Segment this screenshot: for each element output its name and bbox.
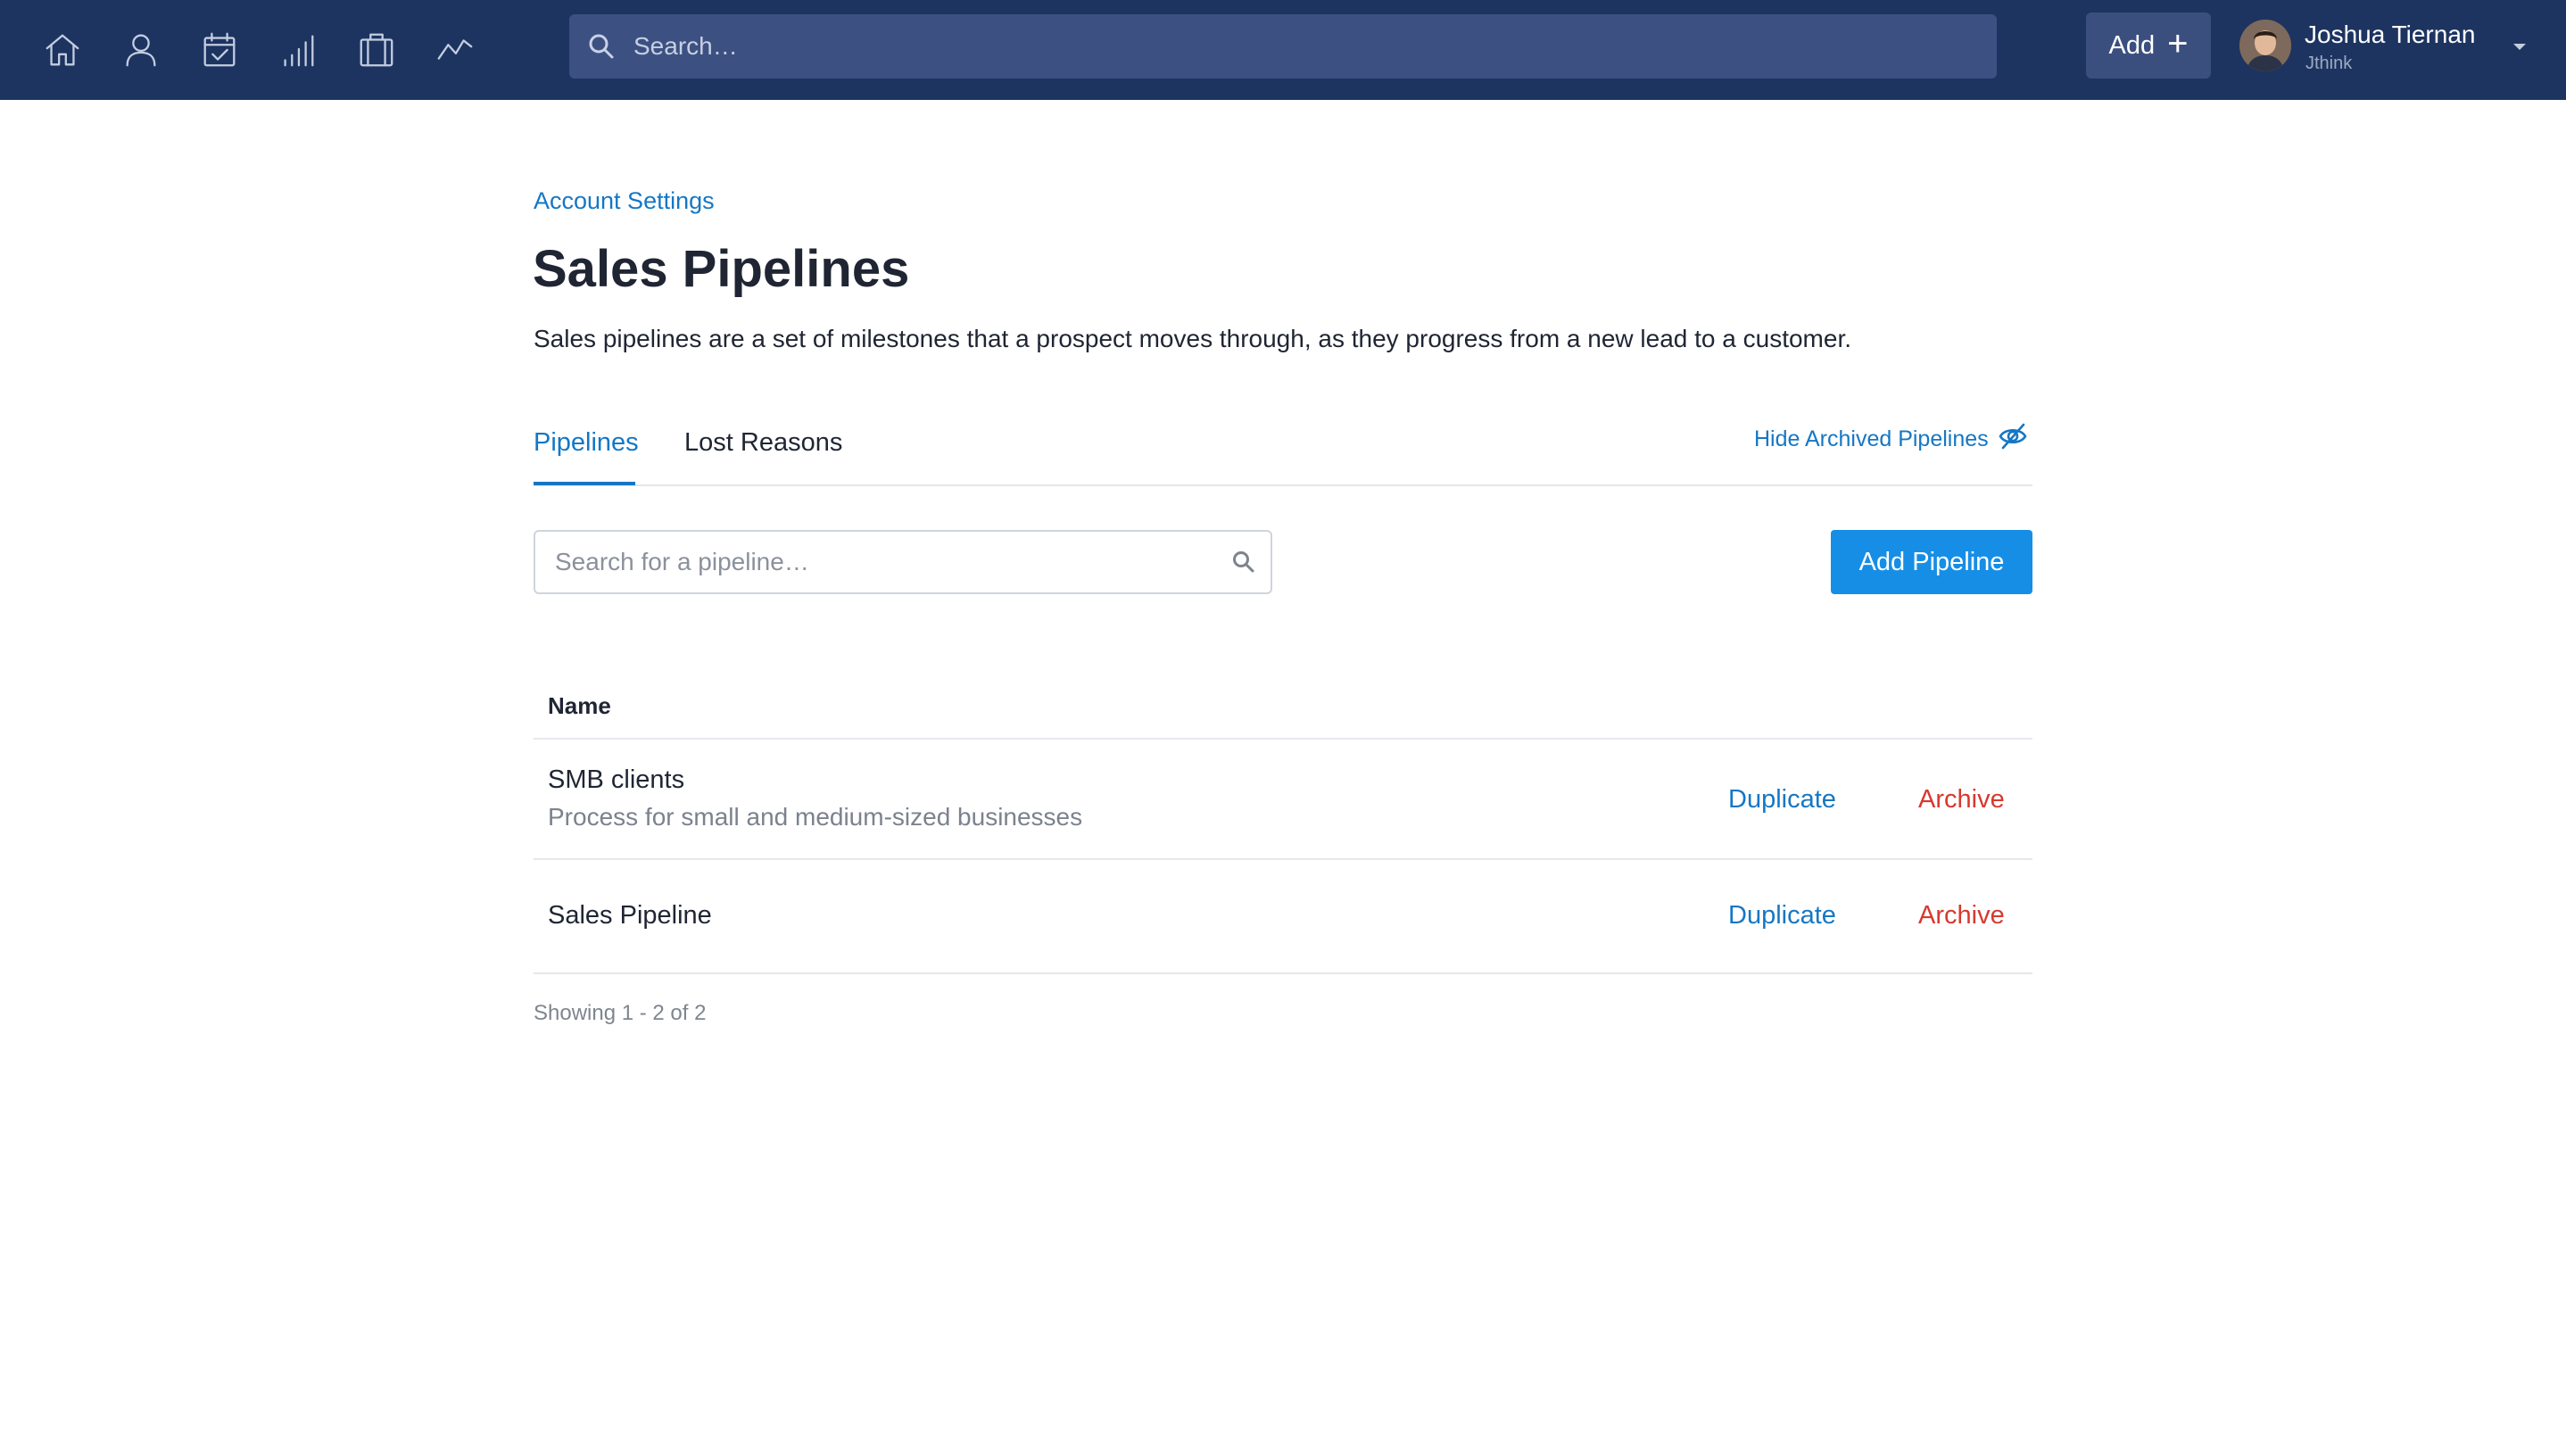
user-organization: Jthink (2305, 54, 2353, 73)
pagination-summary: Showing 1 - 2 of 2 (534, 1001, 707, 1025)
search-icon (587, 32, 616, 61)
pipeline-search[interactable] (534, 530, 1272, 594)
breadcrumb-account-settings[interactable]: Account Settings (534, 187, 715, 215)
pipeline-name[interactable]: Sales Pipeline (548, 901, 712, 931)
add-button[interactable]: Add + (2086, 12, 2211, 79)
contacts-icon[interactable] (114, 23, 168, 77)
deals-icon[interactable] (350, 23, 403, 77)
duplicate-button[interactable]: Duplicate (1728, 785, 1836, 815)
global-search-input[interactable] (632, 14, 1970, 79)
tab-pipelines[interactable]: Pipelines (534, 428, 639, 458)
top-navigation-bar: Add + Joshua Tiernan Jthink (0, 0, 2566, 100)
chevron-down-icon[interactable] (2507, 34, 2532, 59)
add-button-label: Add (2108, 30, 2156, 60)
table-header-divider (534, 738, 2032, 740)
tab-lost-reasons[interactable]: Lost Reasons (684, 428, 842, 458)
home-icon[interactable] (36, 23, 89, 77)
avatar[interactable] (2239, 20, 2291, 71)
reports-icon[interactable] (271, 23, 325, 77)
duplicate-button[interactable]: Duplicate (1728, 901, 1836, 931)
page-title: Sales Pipelines (533, 240, 910, 298)
eye-slash-icon (1998, 421, 2028, 458)
pipeline-name[interactable]: SMB clients (548, 765, 684, 795)
page-description: Sales pipelines are a set of milestones … (534, 325, 1851, 352)
user-name[interactable]: Joshua Tiernan (2305, 21, 2475, 49)
column-header-name: Name (548, 692, 611, 719)
global-search[interactable] (569, 14, 1997, 79)
activity-icon[interactable] (428, 23, 482, 77)
search-icon (1231, 550, 1256, 575)
add-pipeline-button[interactable]: Add Pipeline (1831, 530, 2032, 594)
hide-archived-pipelines-toggle[interactable]: Hide Archived Pipelines (1754, 421, 2028, 458)
archive-button[interactable]: Archive (1918, 901, 2005, 931)
hide-archived-label: Hide Archived Pipelines (1754, 426, 1989, 451)
pipeline-description: Process for small and medium-sized busin… (548, 803, 1083, 831)
tabs-divider (534, 484, 2032, 486)
pipeline-search-input[interactable] (553, 532, 1213, 592)
archive-button[interactable]: Archive (1918, 785, 2005, 815)
row-divider (534, 858, 2032, 860)
plus-icon: + (2167, 24, 2189, 63)
active-tab-indicator (534, 482, 635, 485)
row-divider (534, 972, 2032, 974)
tasks-icon[interactable] (193, 23, 246, 77)
